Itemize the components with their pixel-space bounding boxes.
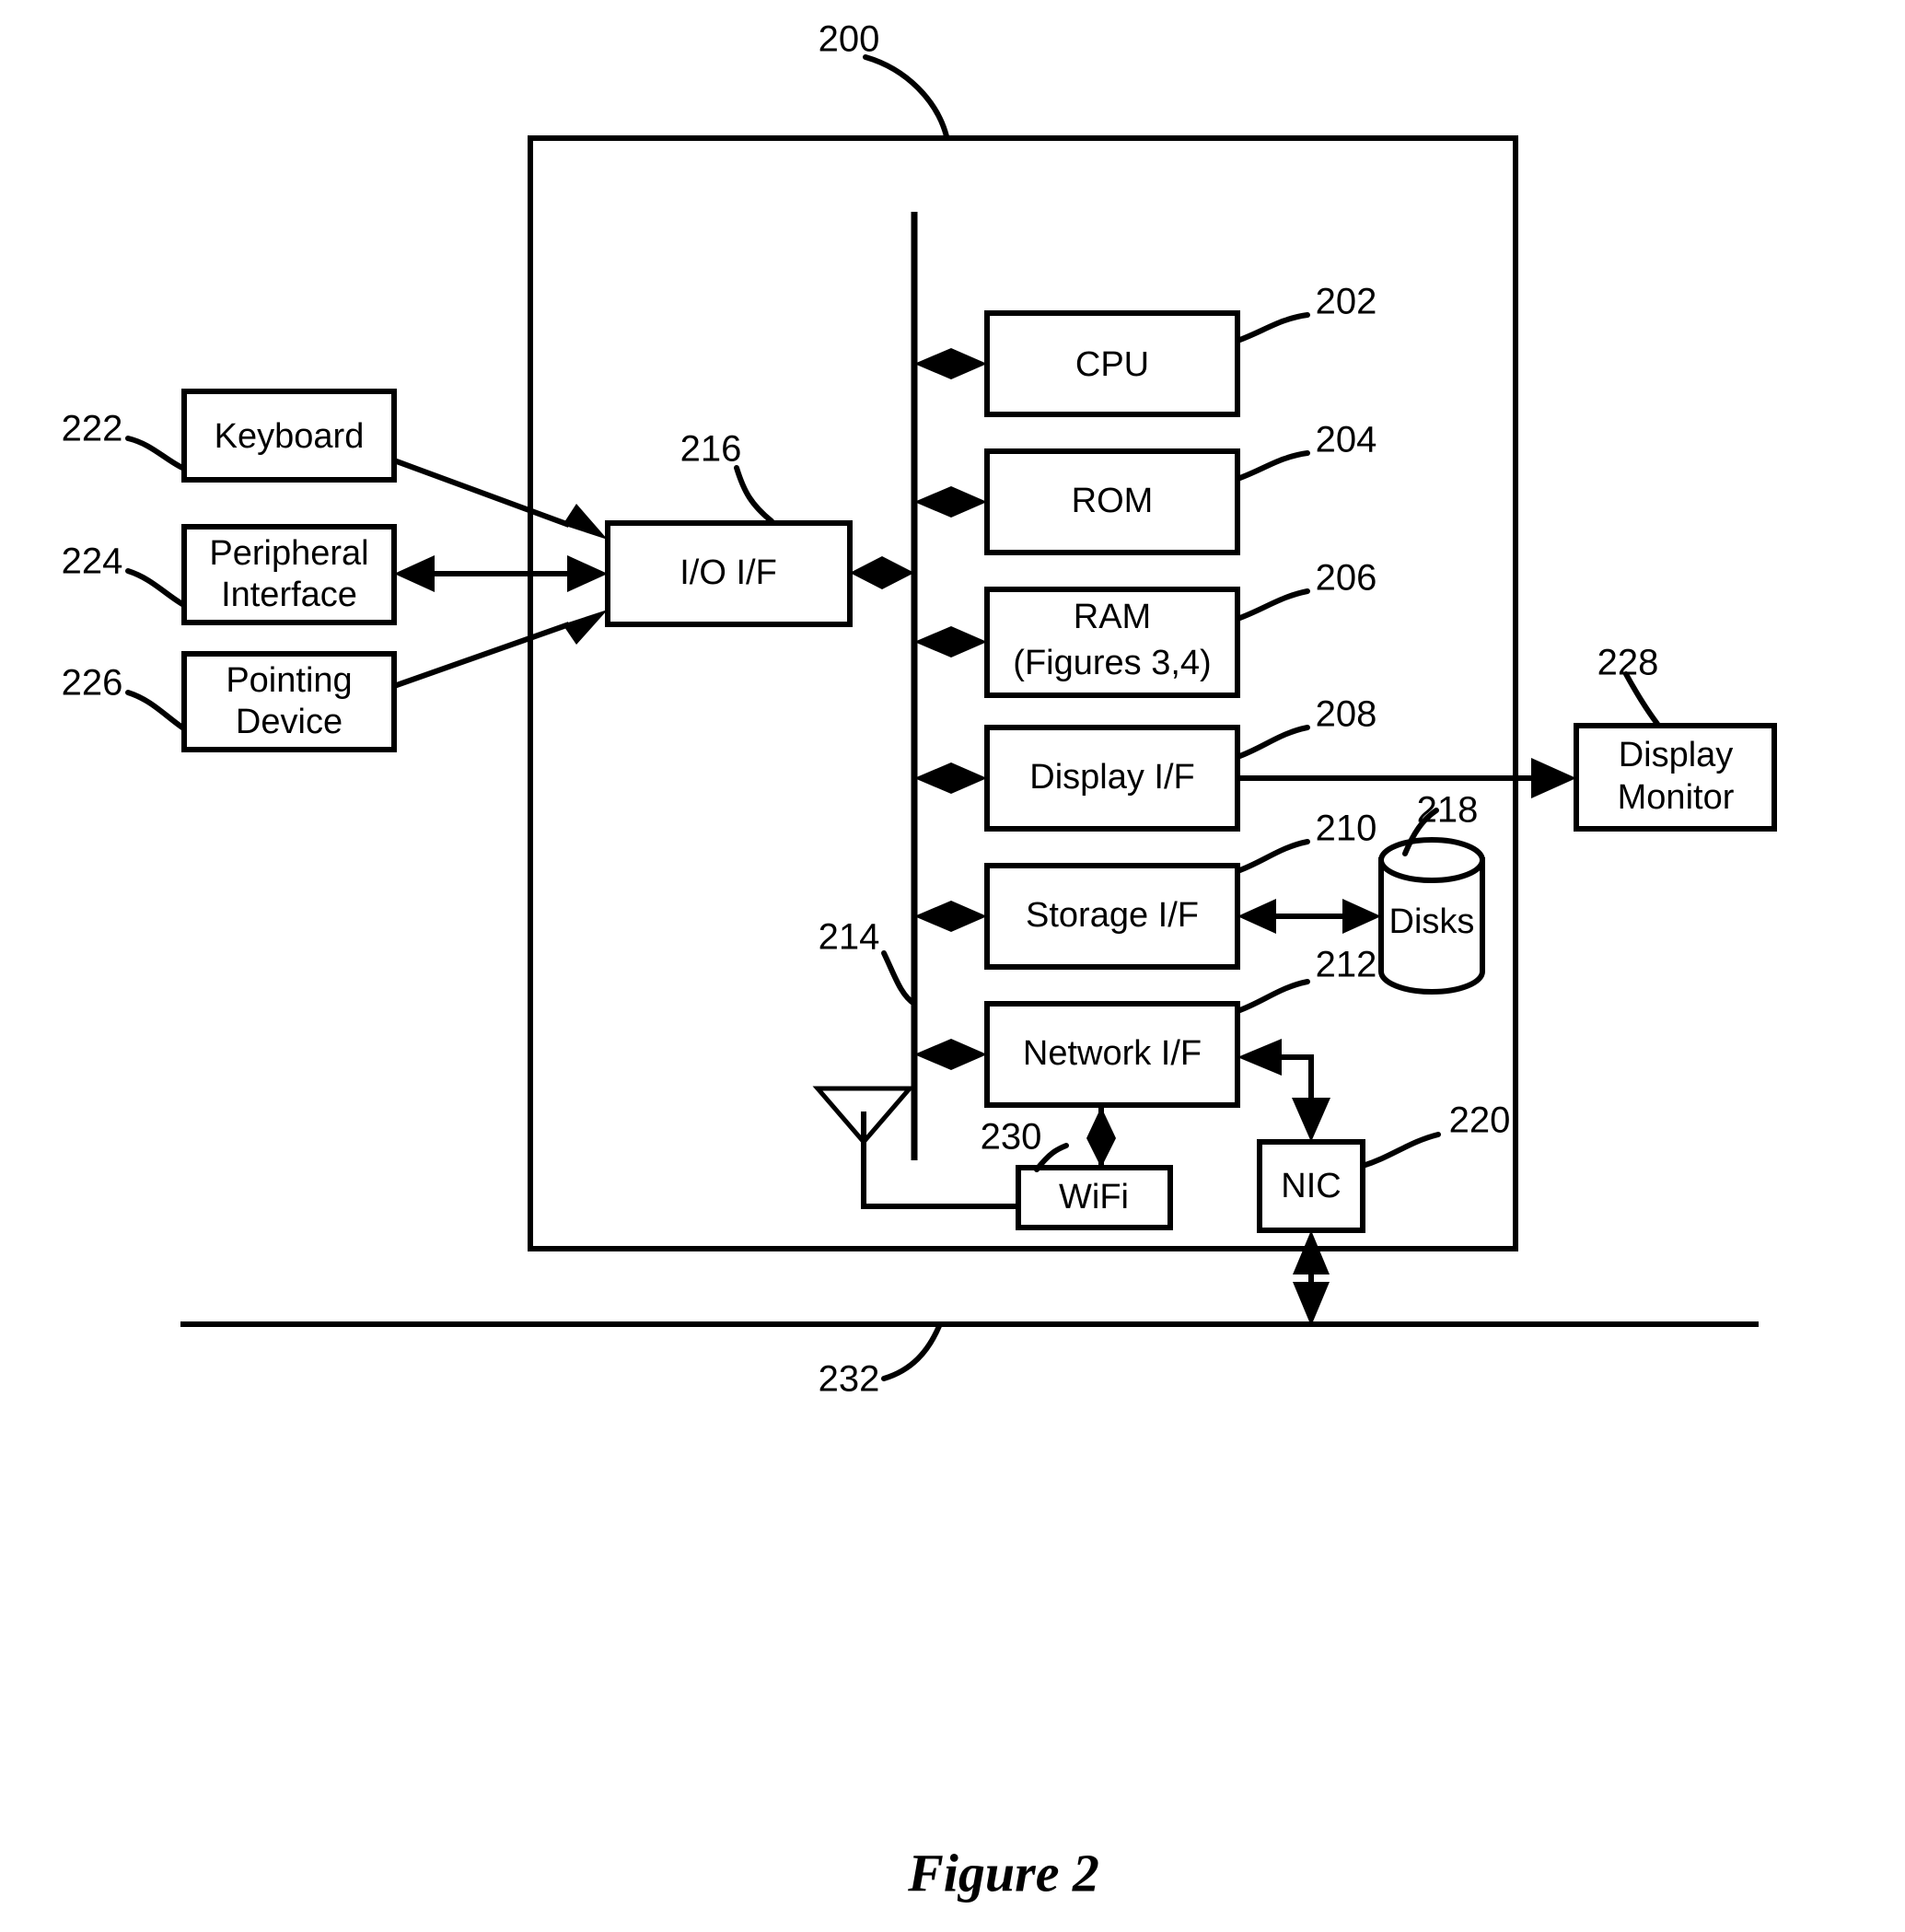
ref-number-214: 214	[819, 917, 880, 958]
leader-204	[1235, 450, 1310, 482]
bus-connector-diamond-io-if	[850, 556, 914, 589]
arrowhead-to-nic	[1292, 1098, 1330, 1142]
leader-206	[1235, 588, 1310, 622]
pointing-device-label-2: Device	[236, 703, 343, 741]
pointing-device-label-1: Pointing	[226, 661, 352, 700]
peripheral-interface-label-2: Interface	[221, 576, 357, 614]
ref-number-212: 212	[1316, 945, 1377, 985]
leader-216	[734, 465, 774, 524]
ref-number-222: 222	[62, 409, 123, 449]
display-monitor-label-1: Display	[1619, 736, 1734, 774]
arrowhead-to-disks	[1342, 899, 1381, 934]
leader-200	[863, 54, 949, 139]
ref-number-204: 204	[1316, 420, 1377, 460]
ref-number-224: 224	[62, 541, 123, 582]
ref-number-220: 220	[1449, 1100, 1511, 1141]
leader-226	[125, 690, 185, 730]
peripheral-interface-label-1: Peripheral	[209, 534, 368, 573]
ref-number-230: 230	[981, 1117, 1042, 1158]
ref-number-206: 206	[1316, 558, 1377, 599]
display-if-label: Display I/F	[1029, 758, 1194, 797]
bus-connector-diamond-storage-if	[914, 901, 987, 932]
ref-number-202: 202	[1316, 282, 1377, 322]
ref-number-200: 200	[819, 19, 880, 60]
arrowhead-keyboard-to-io	[563, 504, 608, 540]
leader-214	[881, 950, 917, 1007]
ref-number-208: 208	[1316, 694, 1377, 735]
ram-figures-label: (Figures 3,4)	[1013, 644, 1211, 682]
storage-if-label: Storage I/F	[1026, 896, 1199, 935]
arrowhead-to-display-monitor	[1531, 758, 1576, 798]
bus-connector-diamond-network-if	[914, 1039, 987, 1070]
ref-number-216: 216	[680, 429, 742, 470]
display-monitor-label-2: Monitor	[1618, 778, 1735, 817]
arrowhead-to-network-if	[1237, 1039, 1282, 1076]
ref-number-228: 228	[1597, 643, 1659, 683]
arrowhead-peripheral-to-io	[567, 555, 608, 592]
figure-caption: Figure 2	[907, 1843, 1099, 1903]
disks-label: Disks	[1389, 902, 1475, 941]
keyboard-to-io-line	[392, 458, 571, 528]
bus-connector-diamond-display-if	[914, 762, 987, 794]
ref-number-226: 226	[62, 663, 123, 704]
leader-222	[125, 436, 185, 471]
leader-224	[125, 568, 185, 607]
pointing-to-io-line	[393, 622, 570, 689]
arrowhead-nic-down	[1293, 1282, 1330, 1326]
arrowhead-to-storage-if	[1237, 899, 1276, 934]
leader-202	[1235, 312, 1310, 343]
bus-connector-diamond-rom	[914, 486, 987, 518]
ref-number-210: 210	[1316, 809, 1377, 849]
patent-figure-2: 200 214 CPU 202 ROM 204 RAM (Figures 3,4…	[0, 0, 1905, 1932]
leader-212	[1235, 979, 1310, 1014]
wifi-bus-connector-diamond	[1086, 1107, 1116, 1168]
bus-connector-diamond-cpu	[914, 348, 987, 379]
rom-label: ROM	[1072, 482, 1154, 520]
arrowhead-to-peripheral	[394, 555, 435, 592]
io-if-label: I/O I/F	[680, 553, 777, 592]
nic-label: NIC	[1281, 1167, 1341, 1205]
arrowhead-nic-up	[1293, 1230, 1330, 1274]
leader-232	[881, 1323, 942, 1381]
ref-number-232: 232	[819, 1359, 880, 1400]
bus-connector-diamond-ram	[914, 626, 987, 658]
leader-220	[1360, 1132, 1441, 1169]
network-if-label: Network I/F	[1023, 1034, 1202, 1073]
leader-210	[1235, 839, 1310, 874]
leader-208	[1235, 725, 1310, 760]
keyboard-label: Keyboard	[215, 417, 365, 456]
ref-number-218: 218	[1417, 790, 1479, 831]
wifi-label: WiFi	[1059, 1178, 1129, 1216]
arrowhead-pointing-to-io	[563, 610, 608, 645]
disks-cylinder-top	[1378, 837, 1485, 883]
cpu-label: CPU	[1075, 345, 1149, 384]
ram-label: RAM	[1074, 598, 1151, 636]
